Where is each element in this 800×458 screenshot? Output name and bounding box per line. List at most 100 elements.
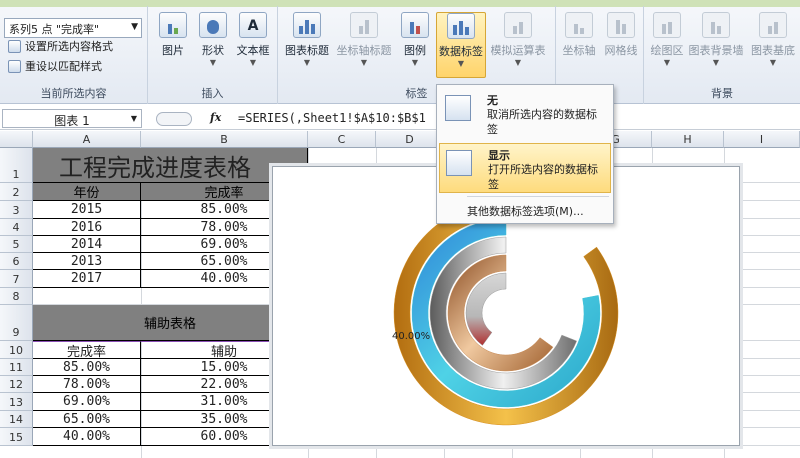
chart-wall-button[interactable]: 图表背景墙 ▼ — [688, 12, 744, 67]
menu-item-none[interactable]: 无 取消所选内容的数据标签 — [439, 89, 611, 141]
plot-area-icon — [653, 12, 681, 38]
chart-element-dropdown[interactable]: 系列5 点 "完成率" ▼ — [4, 18, 142, 38]
table2-cell[interactable]: 78.00% — [33, 376, 141, 393]
chart-title-button[interactable]: 图表标题 ▼ — [282, 12, 332, 67]
aux-title-cell[interactable]: 辅助表格 — [33, 305, 308, 341]
column-header-H[interactable]: H — [652, 131, 724, 148]
row-header-5[interactable]: 5 — [0, 236, 33, 253]
row-header-11[interactable]: 11 — [0, 359, 33, 376]
row-header-10[interactable]: 10 — [0, 341, 33, 359]
table1-cell[interactable]: 2017 — [33, 270, 141, 288]
legend-label: 图例 — [404, 44, 426, 57]
axes-button[interactable]: 坐标轴 — [556, 12, 602, 58]
row-header-3[interactable]: 3 — [0, 201, 33, 219]
row-header-9[interactable]: 9 — [0, 305, 33, 341]
table1-cell[interactable]: 2016 — [33, 219, 141, 236]
table1-cell[interactable]: 2013 — [33, 253, 141, 270]
row-header-4[interactable]: 4 — [0, 219, 33, 236]
column-header-C[interactable]: C — [308, 131, 376, 148]
plot-area-button[interactable]: 绘图区 ▼ — [644, 12, 690, 67]
row-header-12[interactable]: 12 — [0, 376, 33, 393]
no-data-labels-icon — [445, 95, 471, 121]
group-insert: 图片 形状 ▼ A 文本框 ▼ 插入 — [148, 6, 278, 104]
donut-ring-4[interactable] — [447, 254, 554, 372]
chevron-down-icon: ▼ — [457, 59, 465, 68]
textbox-label: 文本框 — [236, 44, 270, 57]
gridlines-button[interactable]: 网格线 — [598, 12, 644, 58]
axes-icon — [565, 12, 593, 38]
chevron-down-icon: ▼ — [249, 58, 257, 67]
sheet-title-cell[interactable]: 工程完成进度表格 — [33, 148, 308, 183]
row-header-14[interactable]: 14 — [0, 411, 33, 428]
table2-cell[interactable]: 40.00% — [33, 428, 141, 446]
chart-title-label: 图表标题 — [285, 44, 329, 57]
plot-area-label: 绘图区 — [650, 44, 684, 57]
name-box[interactable]: 图表 1 ▼ — [2, 109, 142, 128]
table2-header-cell[interactable]: 完成率 — [33, 341, 141, 360]
menu-item-show[interactable]: 显示 打开所选内容的数据标签 — [439, 143, 611, 193]
chart-floor-icon — [759, 12, 787, 38]
column-header-D[interactable]: D — [376, 131, 444, 148]
row-header-7[interactable]: 7 — [0, 270, 33, 288]
table2-cell[interactable]: 85.00% — [33, 359, 141, 376]
menu-separator — [467, 196, 609, 197]
reset-style-button[interactable]: 重设以匹配样式 — [8, 58, 102, 74]
show-data-labels-icon — [446, 150, 472, 176]
data-labels-menu: 无 取消所选内容的数据标签 显示 打开所选内容的数据标签 其他数据标签选项(M)… — [436, 84, 614, 224]
menu-item-show-desc: 打开所选内容的数据标签 — [488, 163, 598, 191]
reset-style-label: 重设以匹配样式 — [25, 60, 102, 73]
column-header-A[interactable]: A — [33, 131, 141, 148]
reset-icon — [8, 59, 21, 73]
chevron-down-icon: ▼ — [514, 58, 522, 67]
chevron-down-icon[interactable]: ▼ — [131, 114, 137, 123]
chevron-down-icon: ▼ — [303, 58, 311, 67]
column-header-I[interactable]: I — [724, 131, 800, 148]
data-table-label: 模拟运算表 — [490, 44, 546, 57]
formula-input[interactable]: =SERIES(,Sheet1!$A$10:$B$1 — [238, 111, 426, 125]
formula-bar-divider-handle[interactable] — [156, 112, 192, 126]
row-header-6[interactable]: 6 — [0, 253, 33, 270]
ribbon: 系列5 点 "完成率" ▼ 设置所选内容格式 重设以匹配样式 当前所选内容 图片… — [0, 0, 800, 104]
axis-title-button[interactable]: 坐标轴标题 ▼ — [334, 12, 394, 67]
row-header-13[interactable]: 13 — [0, 393, 33, 411]
select-all-corner[interactable] — [0, 131, 33, 148]
chevron-down-icon[interactable]: ▼ — [131, 22, 138, 32]
data-table-button[interactable]: 模拟运算表 ▼ — [488, 12, 548, 67]
chevron-down-icon: ▼ — [769, 58, 777, 67]
format-icon — [8, 39, 21, 53]
chart-element-value: 系列5 点 "完成率" — [9, 23, 100, 36]
table2-cell[interactable]: 69.00% — [33, 393, 141, 411]
chart-wall-label: 图表背景墙 — [688, 44, 744, 57]
axes-label: 坐标轴 — [562, 44, 596, 57]
table1-cell[interactable]: 2014 — [33, 236, 141, 253]
fx-icon[interactable]: fx — [210, 111, 221, 124]
legend-button[interactable]: 图例 ▼ — [392, 12, 438, 67]
table1-cell[interactable]: 2015 — [33, 201, 141, 219]
data-label[interactable]: 40.00% — [392, 331, 430, 342]
row-header-1[interactable]: 1 — [0, 148, 33, 183]
row-header-8[interactable]: 8 — [0, 288, 33, 305]
group-label-insert: 插入 — [201, 87, 224, 100]
axis-title-icon — [350, 12, 378, 38]
format-selection-label: 设置所选内容格式 — [25, 40, 113, 53]
row-header-15[interactable]: 15 — [0, 428, 33, 446]
chart-wall-icon — [702, 12, 730, 38]
chart-floor-button[interactable]: 图表基底 ▼ — [746, 12, 800, 67]
menu-item-more-options[interactable]: 其他数据标签选项(M)... — [467, 203, 584, 219]
group-current-selection: 系列5 点 "完成率" ▼ 设置所选内容格式 重设以匹配样式 当前所选内容 — [0, 6, 148, 104]
data-table-icon — [504, 12, 532, 38]
textbox-button[interactable]: A 文本框 ▼ — [230, 12, 276, 67]
chevron-down-icon: ▼ — [712, 58, 720, 67]
axis-title-label: 坐标轴标题 — [336, 44, 392, 57]
menu-item-show-title: 显示 — [488, 149, 510, 162]
gridlines-label: 网格线 — [604, 44, 638, 57]
gridlines-icon — [607, 12, 635, 38]
table1-header-cell[interactable]: 年份 — [33, 183, 141, 201]
row-header-2[interactable]: 2 — [0, 183, 33, 201]
table2-cell[interactable]: 65.00% — [33, 411, 141, 428]
column-header-B[interactable]: B — [141, 131, 308, 148]
textbox-icon: A — [239, 12, 267, 38]
data-labels-button[interactable]: 数据标签 ▼ — [436, 12, 486, 78]
formula-bar: 图表 1 ▼ fx =SERIES(,Sheet1!$A$10:$B$1 — [0, 108, 800, 130]
format-selection-button[interactable]: 设置所选内容格式 — [8, 38, 113, 54]
